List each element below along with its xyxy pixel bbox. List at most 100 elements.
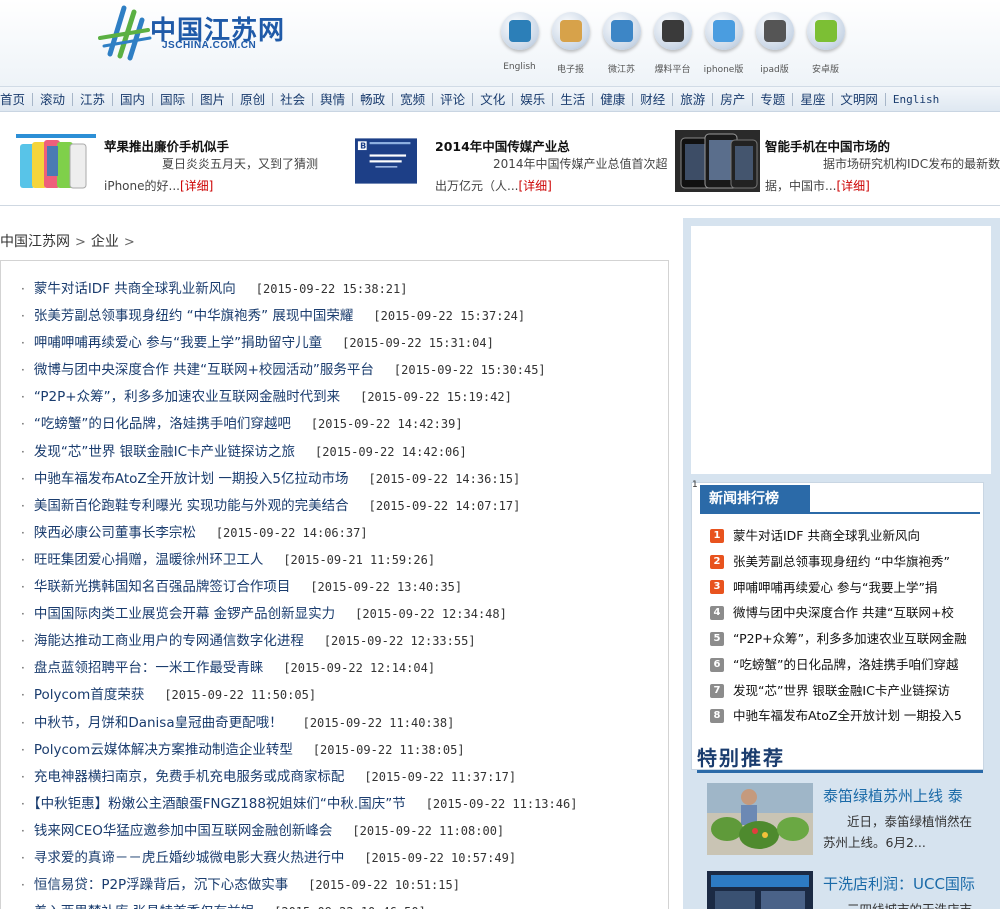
app-link[interactable]: English: [494, 12, 545, 78]
news-item[interactable]: · 着入西思梦补库 张昌特首委仅有益娱 [2015-09-22 10:46:50]: [21, 899, 577, 909]
news-item[interactable]: · “P2P+众筹”，利多多加速农业互联网金融时代到来 [2015-09-22 15…: [21, 384, 577, 411]
news-item[interactable]: · 盘点蓝领招聘平台：一米工作最受青睐 [2015-09-22 12:14:04]: [21, 655, 577, 682]
ranking-link[interactable]: 蒙牛对话IDF 共商全球乳业新风向: [733, 523, 920, 549]
news-title-link[interactable]: “P2P+众筹”，利多多加速农业互联网金融时代到来: [34, 389, 340, 405]
news-title-link[interactable]: 海能达推动工商业用户的专网通信数字化进程: [34, 633, 304, 649]
news-title-link[interactable]: 寻求爱的真谛－－虎丘婚纱城微电影大赛火热进行中: [34, 850, 345, 866]
nav-item[interactable]: 舆情: [313, 92, 354, 106]
news-title-link[interactable]: 微博与团中央深度合作 共建“互联网+校园活动”服务平台: [34, 362, 374, 378]
special-item-title[interactable]: 泰笛绿植苏州上线 泰: [823, 785, 963, 806]
breadcrumb-section[interactable]: 企业: [91, 234, 119, 250]
news-title-link[interactable]: Polycom云媒体解决方案推动制造企业转型: [34, 742, 293, 758]
news-title-link[interactable]: 旺旺集团爱心捐赠，温暖徐州环卫工人: [34, 552, 264, 568]
breadcrumb-home[interactable]: 中国江苏网: [0, 234, 70, 250]
special-item[interactable]: 干洗店利润：UCC国际 三四线城市的干洗店市场...: [707, 871, 987, 909]
ranking-item[interactable]: 2 张美芳副总领事现身纽约 “中华旗袍秀”: [710, 549, 967, 575]
news-item[interactable]: · 中驰车福发布AtoZ全开放计划 一期投入5亿拉动市场 [2015-09-22 1…: [21, 466, 577, 493]
nav-item[interactable]: 文明网: [833, 92, 886, 106]
news-title-link[interactable]: 华联新光携韩国知名百强品牌签订合作项目: [34, 579, 291, 595]
nav-item[interactable]: 江苏: [73, 92, 114, 106]
news-title-link[interactable]: 恒信易贷：P2P浮躁背后，沉下心态做实事: [34, 877, 288, 893]
news-title-link[interactable]: 张美芳副总领事现身纽约 “中华旗袍秀” 展现中国荣耀: [34, 308, 354, 324]
detail-link[interactable]: [详细]: [836, 179, 869, 193]
nav-item[interactable]: 房产: [713, 92, 754, 106]
ranking-item[interactable]: 3 呷哺呷哺再续爱心 参与“我要上学”捐: [710, 575, 967, 601]
nav-item[interactable]: 社会: [273, 92, 314, 106]
nav-item[interactable]: English: [886, 93, 946, 106]
app-link[interactable]: ipad版: [749, 12, 800, 78]
nav-item[interactable]: 首页: [0, 92, 34, 106]
news-title-link[interactable]: 钱来网CEO华猛应邀参加中国互联网金融创新峰会: [34, 823, 333, 839]
ranking-item[interactable]: 8 中驰车福发布AtoZ全开放计划 一期投入5: [710, 704, 967, 730]
news-item[interactable]: · 中国国际肉类工业展览会开幕 金锣产品创新显实力 [2015-09-22 12:3…: [21, 601, 577, 628]
nav-item[interactable]: 国际: [153, 92, 194, 106]
nav-item[interactable]: 财经: [633, 92, 674, 106]
news-title-link[interactable]: 呷哺呷哺再续爱心 参与“我要上学”捐助留守儿童: [34, 335, 322, 351]
news-title-link[interactable]: 着入西思梦补库 张昌特首委仅有益娱: [34, 904, 254, 909]
news-title-link[interactable]: 陕西必康公司董事长李宗松: [34, 525, 196, 541]
news-item[interactable]: · Polycom云媒体解决方案推动制造企业转型 [2015-09-22 11:38…: [21, 737, 577, 764]
app-link[interactable]: 微江苏: [596, 12, 647, 78]
detail-link[interactable]: [详细]: [518, 179, 551, 193]
news-title-link[interactable]: 中驰车福发布AtoZ全开放计划 一期投入5亿拉动市场: [34, 471, 349, 487]
news-title-link[interactable]: 盘点蓝领招聘平台：一米工作最受青睐: [34, 660, 264, 676]
ranking-item[interactable]: 7 发现“芯”世界 银联金融IC卡产业链探访: [710, 678, 967, 704]
nav-item[interactable]: 娱乐: [513, 92, 554, 106]
news-title-link[interactable]: Polycom首度荣获: [34, 687, 145, 703]
news-title-link[interactable]: 中秋节，月饼和Danisa皇冠曲奇更配哦！: [34, 715, 283, 731]
special-item-title[interactable]: 干洗店利润：UCC国际: [823, 873, 975, 894]
news-item[interactable]: · 恒信易贷：P2P浮躁背后，沉下心态做实事 [2015-09-22 10:51:1…: [21, 872, 577, 899]
ranking-link[interactable]: “吃螃蟹”的日化品牌，洛娃携手咱们穿越: [733, 652, 958, 678]
ranking-item[interactable]: 5 “P2P+众筹”，利多多加速农业互联网金融: [710, 626, 967, 652]
ranking-link[interactable]: 中驰车福发布AtoZ全开放计划 一期投入5: [733, 703, 962, 729]
news-title-link[interactable]: 充电神器横扫南京，免费手机充电服务或成商家标配: [34, 769, 345, 785]
news-item[interactable]: · Polycom首度荣获 [2015-09-22 11:50:05]: [21, 682, 577, 709]
ranking-link[interactable]: 张美芳副总领事现身纽约 “中华旗袍秀”: [733, 549, 950, 575]
nav-item[interactable]: 健康: [593, 92, 634, 106]
nav-item[interactable]: 生活: [553, 92, 594, 106]
ranking-link[interactable]: 微博与团中央深度合作 共建“互联网+校: [733, 600, 954, 626]
news-item[interactable]: · 中秋节，月饼和Danisa皇冠曲奇更配哦！ [2015-09-22 11:40:…: [21, 710, 577, 737]
nav-item[interactable]: 文化: [473, 92, 514, 106]
app-link[interactable]: 电子报: [545, 12, 596, 78]
ranking-item[interactable]: 6 “吃螃蟹”的日化品牌，洛娃携手咱们穿越: [710, 652, 967, 678]
ranking-link[interactable]: “P2P+众筹”，利多多加速农业互联网金融: [733, 626, 967, 652]
nav-item[interactable]: 滚动: [33, 92, 74, 106]
news-item[interactable]: · 微博与团中央深度合作 共建“互联网+校园活动”服务平台 [2015-09-22 …: [21, 357, 577, 384]
nav-item[interactable]: 原创: [233, 92, 274, 106]
ranking-link[interactable]: 发现“芯”世界 银联金融IC卡产业链探访: [733, 678, 950, 704]
news-item[interactable]: · 华联新光携韩国知名百强品牌签订合作项目 [2015-09-22 13:40:35…: [21, 574, 577, 601]
nav-item[interactable]: 旅游: [673, 92, 714, 106]
news-item[interactable]: · “吃螃蟹”的日化品牌，洛娃携手咱们穿越吧 [2015-09-22 14:42:3…: [21, 411, 577, 438]
ranking-title[interactable]: 新闻排行榜: [700, 485, 810, 513]
news-item[interactable]: · 蒙牛对话IDF 共商全球乳业新风向 [2015-09-22 15:38:21]: [21, 276, 577, 303]
app-link[interactable]: iphone版: [698, 12, 749, 78]
app-link[interactable]: 安卓版: [800, 12, 851, 78]
news-title-link[interactable]: 【中秋钜惠】粉嫩公主酒酿蛋FNGZ188祝姐妹们“中秋.国庆”节: [34, 796, 406, 812]
news-title-link[interactable]: “吃螃蟹”的日化品牌，洛娃携手咱们穿越吧: [34, 416, 291, 432]
news-title-link[interactable]: 美国新百伦跑鞋专利曝光 实现功能与外观的完美结合: [34, 498, 349, 514]
news-title-link[interactable]: 中国国际肉类工业展览会开幕 金锣产品创新显实力: [34, 606, 335, 622]
news-item[interactable]: · 寻求爱的真谛－－虎丘婚纱城微电影大赛火热进行中 [2015-09-22 10:5…: [21, 845, 577, 872]
ranking-item[interactable]: 1 蒙牛对话IDF 共商全球乳业新风向: [710, 523, 967, 549]
nav-item[interactable]: 畅政: [353, 92, 394, 106]
news-item[interactable]: · 张美芳副总领事现身纽约 “中华旗袍秀” 展现中国荣耀 [2015-09-22 1…: [21, 303, 577, 330]
nav-item[interactable]: 评论: [433, 92, 474, 106]
nav-item[interactable]: 星座: [793, 92, 834, 106]
app-link[interactable]: 爆料平台: [647, 12, 698, 78]
news-item[interactable]: · 旺旺集团爱心捐赠，温暖徐州环卫工人 [2015-09-21 11:59:26]: [21, 547, 577, 574]
news-item[interactable]: · 充电神器横扫南京，免费手机充电服务或成商家标配 [2015-09-22 11:3…: [21, 764, 577, 791]
ranking-item[interactable]: 4 微博与团中央深度合作 共建“互联网+校: [710, 600, 967, 626]
news-item[interactable]: · 发现“芯”世界 银联金融IC卡产业链探访之旅 [2015-09-22 14:42…: [21, 439, 577, 466]
news-item[interactable]: · 【中秋钜惠】粉嫩公主酒酿蛋FNGZ188祝姐妹们“中秋.国庆”节 [2015-0…: [21, 791, 577, 818]
ranking-link[interactable]: 呷哺呷哺再续爱心 参与“我要上学”捐: [733, 575, 937, 601]
news-item[interactable]: · 呷哺呷哺再续爱心 参与“我要上学”捐助留守儿童 [2015-09-22 15:3…: [21, 330, 577, 357]
news-title-link[interactable]: 蒙牛对话IDF 共商全球乳业新风向: [34, 281, 236, 297]
news-item[interactable]: · 海能达推动工商业用户的专网通信数字化进程 [2015-09-22 12:33:5…: [21, 628, 577, 655]
nav-item[interactable]: 图片: [193, 92, 234, 106]
news-item[interactable]: · 陕西必康公司董事长李宗松 [2015-09-22 14:06:37]: [21, 520, 577, 547]
nav-item[interactable]: 专题: [753, 92, 794, 106]
nav-item[interactable]: 国内: [113, 92, 154, 106]
special-item[interactable]: 泰笛绿植苏州上线 泰 近日，泰笛绿植悄然在苏州上线。6月2...: [707, 783, 987, 859]
news-title-link[interactable]: 发现“芯”世界 银联金融IC卡产业链探访之旅: [34, 444, 295, 460]
